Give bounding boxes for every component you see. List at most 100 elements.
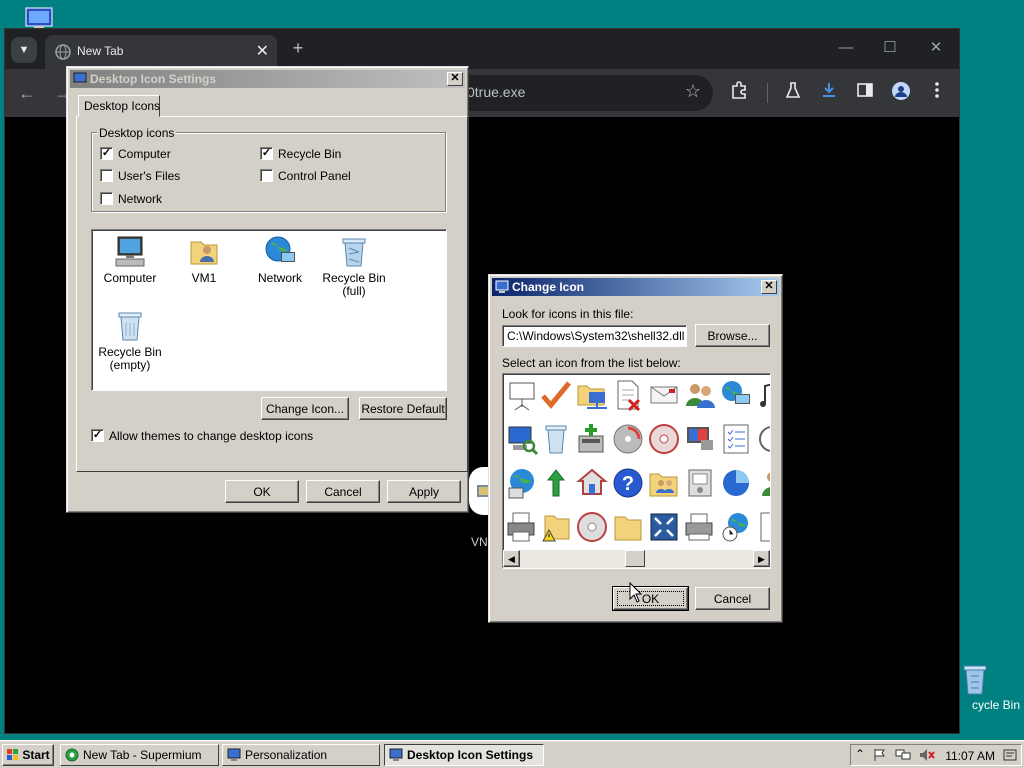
icon-file-input[interactable]: C:\Windows\System32\shell32.dll (502, 325, 687, 347)
shared-users-folder-icon[interactable] (647, 466, 681, 500)
desktop-icons-listview[interactable]: Computer VM1 Network Recycle Bin (full) (91, 229, 447, 391)
cd-drive-icon[interactable] (575, 510, 609, 544)
labs-flask-icon[interactable] (781, 81, 805, 105)
network-checkbox[interactable] (100, 192, 113, 205)
toolbar-separator (767, 83, 768, 103)
desktop-icon-settings-titlebar[interactable]: Desktop Icon Settings ✕ (70, 70, 465, 88)
icon-file-value: C:\Windows\System32\shell32.dll (507, 329, 685, 343)
browse-button[interactable]: Browse... (695, 324, 770, 347)
recycle-bin-icon[interactable] (539, 422, 573, 456)
users-icon[interactable] (683, 378, 717, 412)
side-panel-icon[interactable] (853, 81, 877, 105)
icon-grid[interactable]: ? ◀ ▶ (502, 373, 771, 569)
allow-themes-checkbox[interactable]: ✓ (91, 429, 104, 442)
minimize-button[interactable]: — (831, 37, 861, 59)
presentation-icon[interactable] (505, 378, 539, 412)
icon-item-recycle-bin-full[interactable]: Recycle Bin (full) (316, 234, 392, 298)
web-globe-icon[interactable] (505, 466, 539, 500)
icon-item-computer[interactable]: Computer (92, 234, 168, 285)
computer-checkbox[interactable]: ✓ (100, 147, 113, 160)
checklist-icon[interactable] (719, 422, 753, 456)
tab-search-button[interactable]: ▼ (11, 37, 37, 63)
warning-folder-icon[interactable] (539, 510, 573, 544)
icon-item-recycle-bin-empty[interactable]: Recycle Bin (empty) (92, 308, 168, 372)
fax-printer-icon[interactable] (683, 510, 717, 544)
apply-button[interactable]: Apply (387, 480, 461, 503)
menu-kebab-icon[interactable] (925, 81, 949, 105)
user-icon[interactable] (755, 466, 771, 500)
flag-icon[interactable] (873, 748, 887, 762)
globe-icon (55, 44, 71, 60)
network-home-icon[interactable] (575, 466, 609, 500)
green-arrow-up-icon[interactable] (539, 466, 573, 500)
tray-expand-icon[interactable]: ⌃ (855, 747, 865, 761)
tab-desktop-icons-label: Desktop Icons (84, 99, 161, 113)
disc-search-icon[interactable] (611, 422, 645, 456)
tab-desktop-icons[interactable]: Desktop Icons (78, 95, 160, 117)
task-new-tab-supermium[interactable]: New Tab - Supermium (60, 744, 219, 766)
task-desktop-icon-settings[interactable]: Desktop Icon Settings (384, 744, 544, 766)
icon-item-label: Recycle Bin (empty) (98, 345, 162, 372)
desktop-recycle-bin[interactable]: cycle Bin (958, 662, 1024, 718)
download-icon[interactable] (817, 81, 841, 105)
display-settings-icon[interactable] (683, 422, 717, 456)
notifications-icon[interactable] (1003, 748, 1017, 762)
monitor-icon (227, 748, 241, 761)
select-icon-label: Select an icon from the list below: (502, 356, 681, 370)
scroll-thumb[interactable] (625, 550, 645, 567)
scroll-right-button[interactable]: ▶ (753, 550, 770, 567)
browser-tab-strip: ▼ New Tab ✕ + — ☐ ✕ (5, 29, 959, 69)
programs-icon[interactable] (683, 466, 717, 500)
folder-icon[interactable] (611, 510, 645, 544)
pie-chart-icon[interactable] (719, 466, 753, 500)
maximize-button[interactable]: ☐ (875, 37, 905, 59)
content-app-label: VN (471, 535, 488, 549)
change-icon-button[interactable]: Change Icon... (261, 397, 349, 420)
cd-icon[interactable] (647, 422, 681, 456)
icon-grid-scrollbar[interactable]: ◀ ▶ (503, 550, 770, 568)
users-files-checkbox[interactable] (100, 169, 113, 182)
printer-icon[interactable] (505, 510, 539, 544)
network-folder-icon[interactable] (575, 378, 609, 412)
restore-default-button[interactable]: Restore Default (359, 397, 447, 420)
icon-item-network[interactable]: Network (242, 234, 318, 285)
task-label: New Tab - Supermium (83, 748, 202, 762)
back-button[interactable]: ← (15, 81, 39, 105)
volume-muted-icon[interactable] (919, 748, 935, 762)
help-question-icon[interactable]: ? (611, 466, 645, 500)
cancel-button[interactable]: Cancel (306, 480, 380, 503)
change-icon-close-button[interactable]: ✕ (761, 280, 777, 294)
scroll-left-button[interactable]: ◀ (503, 550, 520, 567)
icon-item-vm1[interactable]: VM1 (166, 234, 242, 285)
bookmark-star-icon[interactable]: ☆ (685, 81, 701, 102)
dialog-close-button[interactable]: ✕ (447, 72, 463, 86)
change-icon-ok-button[interactable]: OK (612, 586, 689, 611)
task-personalization[interactable]: Personalization (222, 744, 380, 766)
checkmark-icon[interactable] (539, 378, 573, 412)
change-icon-cancel-button[interactable]: Cancel (695, 587, 770, 610)
computer-search-icon[interactable] (505, 422, 539, 456)
start-button[interactable]: Start (2, 744, 54, 766)
new-tab-button[interactable]: + (287, 37, 309, 59)
window-close-button[interactable]: ✕ (921, 37, 951, 59)
music-note-icon[interactable] (755, 378, 771, 412)
clock-icon[interactable] (755, 422, 771, 456)
delete-document-icon[interactable] (611, 378, 645, 412)
change-icon-titlebar[interactable]: Change Icon ✕ (492, 278, 779, 296)
globe-clock-icon[interactable] (719, 510, 753, 544)
task-label: Desktop Icon Settings (407, 748, 534, 762)
tab-close-icon[interactable]: ✕ (256, 41, 269, 61)
tab-new-tab[interactable]: New Tab ✕ (45, 35, 277, 69)
fullscreen-icon[interactable] (647, 510, 681, 544)
document-icon[interactable] (755, 510, 771, 544)
ok-button[interactable]: OK (225, 480, 299, 503)
recycle-bin-checkbox[interactable]: ✓ (260, 147, 273, 160)
network-tray-icon[interactable] (895, 748, 911, 762)
globe-computer-icon[interactable] (719, 378, 753, 412)
recycle-bin-icon (963, 665, 987, 695)
control-panel-checkbox[interactable] (260, 169, 273, 182)
profile-avatar-icon[interactable] (889, 81, 913, 105)
envelope-icon[interactable] (647, 378, 681, 412)
add-program-icon[interactable] (575, 422, 609, 456)
extensions-icon[interactable] (727, 81, 751, 105)
